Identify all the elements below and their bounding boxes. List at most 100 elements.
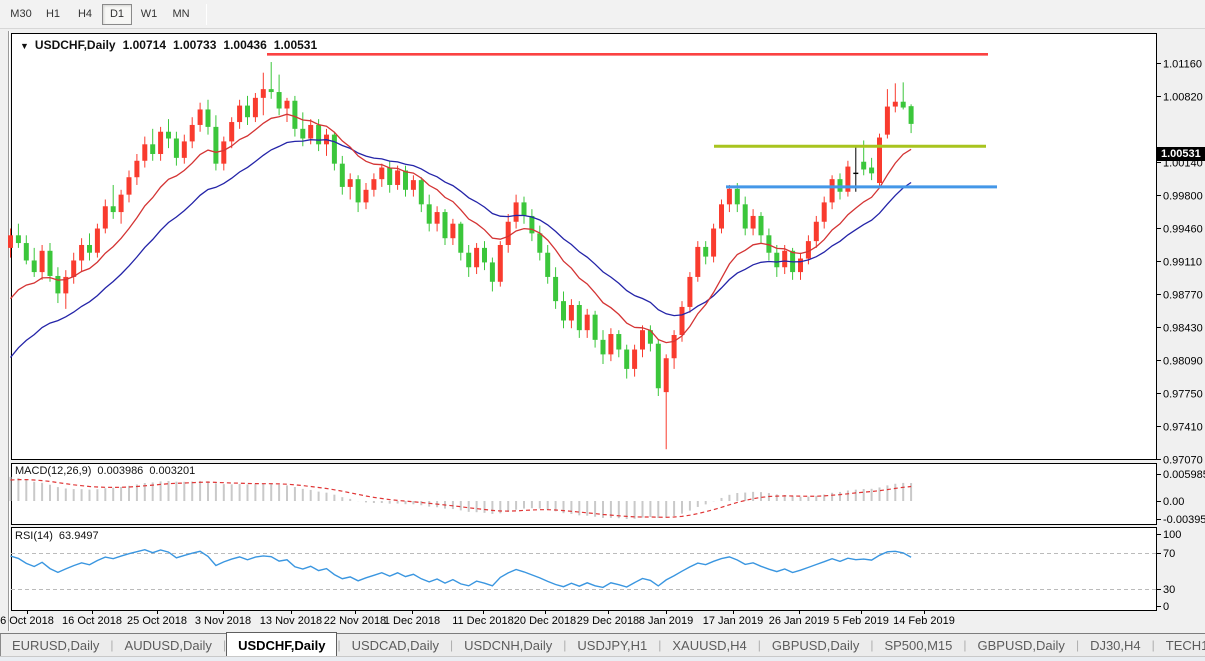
chart-tab-eurusd-daily[interactable]: EURUSD,Daily (1, 634, 110, 656)
date-tick-label: 17 Jan 2019 (703, 615, 764, 627)
macd-main-value: 0.003986 (97, 465, 143, 477)
ohlc-high: 1.00733 (173, 38, 216, 52)
candle-body (253, 98, 258, 117)
rsi-pane (12, 528, 1157, 611)
candle-body (624, 350, 629, 369)
price-tick-label: 1.00820 (1163, 92, 1203, 104)
candle-body (206, 109, 211, 126)
candle-body (292, 101, 297, 129)
macd-indicator-label: MACD(12,26,9)0.0039860.003201 (15, 465, 195, 477)
candle-body (356, 179, 361, 202)
chart-tab-audusd-daily[interactable]: AUDUSD,Daily (114, 634, 223, 656)
candle-body (466, 253, 471, 268)
candle-body (822, 202, 827, 221)
candle-body (719, 204, 724, 228)
candle-body (608, 334, 613, 354)
timeframe-button-m30[interactable]: M30 (6, 4, 36, 25)
date-tick-label: 16 Oct 2018 (62, 615, 122, 627)
candle-body (561, 301, 566, 320)
date-tick-label: 6 Oct 2018 (0, 615, 54, 627)
chart-tab-xauusd-h4[interactable]: XAUUSD,H4 (661, 634, 757, 656)
candle-body (593, 315, 598, 340)
ohlc-open: 1.00714 (123, 38, 166, 52)
candle-body (379, 168, 384, 180)
chart-tab-tech100-h1[interactable]: TECH100,H1 (1155, 634, 1205, 656)
candle-body (32, 260, 37, 272)
chart-title: ▼USDCHF,Daily1.007141.007331.004361.0053… (20, 38, 317, 52)
candle-body (87, 245, 92, 253)
chart-tab-sp500-m15[interactable]: SP500,M15 (873, 634, 963, 656)
candle-body (680, 307, 685, 335)
chart-tab-usdjpy-h1[interactable]: USDJPY,H1 (566, 634, 658, 656)
candle-body (150, 144, 155, 154)
candle-body (221, 141, 226, 163)
macd-tick-label: 0.00 (1163, 496, 1184, 508)
candle-body (727, 189, 732, 204)
candle-body (814, 222, 819, 241)
chart-tab-usdcad-daily[interactable]: USDCAD,Daily (341, 634, 450, 656)
date-tick-label: 5 Feb 2019 (833, 615, 889, 627)
candle-body (443, 212, 448, 238)
ohlc-close: 1.00531 (274, 38, 317, 52)
candle-body (577, 305, 582, 330)
candle-body (490, 262, 495, 281)
candle-body (743, 204, 748, 228)
timeframe-button-h1[interactable]: H1 (38, 4, 68, 25)
rsi-tick-label: 0 (1163, 601, 1169, 613)
timeframe-button-mn[interactable]: MN (166, 4, 196, 25)
candle-body (545, 253, 550, 277)
date-tick-label: 29 Dec 2018 (577, 615, 639, 627)
candle-body (877, 138, 882, 183)
candle-body (213, 127, 218, 164)
candle-body (506, 222, 511, 245)
date-tick-label: 8 Jan 2019 (639, 615, 693, 627)
candle-body (348, 179, 353, 187)
candle-body (830, 179, 835, 202)
macd-tick-label: 0.005985 (1163, 469, 1205, 481)
candle-body (782, 251, 787, 267)
candle-body (158, 132, 163, 154)
candle-body (261, 89, 266, 98)
date-tick-label: 22 Nov 2018 (324, 615, 386, 627)
candle-body (71, 260, 76, 276)
candle-body (134, 161, 139, 177)
timeframe-button-d1[interactable]: D1 (102, 4, 132, 25)
candle-body (522, 202, 527, 216)
candle-body (798, 259, 803, 273)
rsi-indicator-label: RSI(14)63.9497 (15, 530, 99, 542)
candle-body (537, 233, 542, 252)
candle-body (664, 358, 669, 392)
current-price-badge: 1.00531 (1157, 147, 1205, 161)
chart-tab-dj30-h4[interactable]: DJ30,H4 (1079, 634, 1152, 656)
candle-body (735, 189, 740, 204)
chart-tab-gbpusd-daily[interactable]: GBPUSD,Daily (761, 634, 870, 656)
chart-tab-usdchf-daily[interactable]: USDCHF,Daily (226, 632, 337, 656)
date-tick-label: 14 Feb 2019 (893, 615, 955, 627)
chart-tab-usdcnh-daily[interactable]: USDCNH,Daily (453, 634, 563, 656)
chart-tab-gbpusd-daily[interactable]: GBPUSD,Daily (967, 634, 1076, 656)
candle-body (458, 224, 463, 253)
macd-signal-value: 0.003201 (149, 465, 195, 477)
date-tick-label: 26 Jan 2019 (769, 615, 830, 627)
candle-body (16, 235, 21, 243)
candle-body (869, 168, 874, 174)
candle-body (411, 180, 416, 190)
candle-body (79, 245, 84, 260)
candle-body (237, 106, 242, 122)
candle-body (166, 132, 171, 139)
price-tick-label: 1.01160 (1163, 59, 1202, 71)
timeframe-button-h4[interactable]: H4 (70, 4, 100, 25)
candle-body (40, 251, 45, 272)
candle-body (285, 101, 290, 109)
candle-body (861, 162, 866, 170)
candle-body (24, 243, 29, 260)
price-tick-label: 0.97070 (1163, 455, 1203, 467)
timeframe-button-w1[interactable]: W1 (134, 4, 164, 25)
candle-body (316, 125, 321, 144)
price-tick-label: 0.98770 (1163, 290, 1203, 302)
chart-dropdown-icon[interactable]: ▼ (20, 41, 29, 51)
ohlc-low: 1.00436 (223, 38, 266, 52)
candle-body (340, 164, 345, 187)
candle-body (695, 247, 700, 277)
macd-tick-label: -0.003954 (1163, 514, 1205, 526)
